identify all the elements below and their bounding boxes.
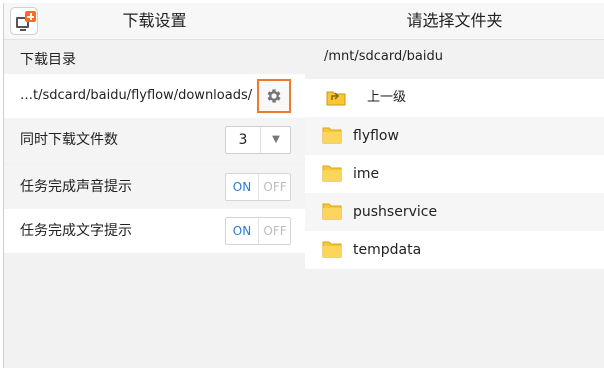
folder-name: ime xyxy=(353,166,380,182)
folder-name: flyflow xyxy=(353,128,399,144)
folder-name: pushservice xyxy=(353,204,438,220)
text-notify-toggle[interactable]: ON OFF xyxy=(225,217,291,245)
chevron-down-icon[interactable]: ▼ xyxy=(260,127,291,153)
concurrent-downloads-select[interactable]: 3 ▼ xyxy=(225,126,291,154)
folder-icon xyxy=(322,165,342,182)
app-window: 下载设置 下载目录 …t/sdcard/baidu/flyflow/downlo… xyxy=(0,0,604,368)
settings-header: 下载设置 xyxy=(4,3,305,40)
folder-name: tempdata xyxy=(353,242,422,258)
gear-icon xyxy=(267,89,281,103)
folder-icon xyxy=(322,203,342,220)
download-dir-label: 下载目录 xyxy=(20,52,76,68)
concurrent-downloads-row: 同时下载文件数 3 ▼ xyxy=(4,118,305,162)
download-path-row: …t/sdcard/baidu/flyflow/downloads/ xyxy=(4,74,305,118)
sound-notify-row: 任务完成声音提示 ON OFF xyxy=(4,165,305,209)
toggle-off-label[interactable]: OFF xyxy=(258,174,291,200)
download-path-text: …t/sdcard/baidu/flyflow/downloads/ xyxy=(20,88,253,103)
folder-row[interactable]: tempdata xyxy=(305,231,604,269)
folder-row[interactable]: ime xyxy=(305,155,604,193)
concurrent-downloads-value: 3 xyxy=(238,132,248,148)
change-dir-button[interactable] xyxy=(257,79,291,113)
toggle-on-label[interactable]: ON xyxy=(226,174,258,200)
folder-row[interactable]: flyflow xyxy=(305,117,604,155)
text-notify-row: 任务完成文字提示 ON OFF xyxy=(4,209,305,253)
concurrent-downloads-label: 同时下载文件数 xyxy=(20,132,118,148)
text-notify-label: 任务完成文字提示 xyxy=(20,223,132,239)
folder-row[interactable]: pushservice xyxy=(305,193,604,231)
settings-title: 下载设置 xyxy=(122,11,187,30)
folder-up-row[interactable]: 上一级 xyxy=(305,79,604,117)
download-settings-panel: 下载设置 下载目录 …t/sdcard/baidu/flyflow/downlo… xyxy=(3,3,305,368)
sound-notify-toggle[interactable]: ON OFF xyxy=(225,173,291,201)
folder-icon xyxy=(322,241,342,258)
toggle-on-label[interactable]: ON xyxy=(226,218,258,244)
folder-icon xyxy=(322,127,342,144)
folder-chooser-title: 请选择文件夹 xyxy=(305,3,604,40)
sound-notify-label: 任务完成声音提示 xyxy=(20,179,132,195)
folder-up-label: 上一级 xyxy=(367,90,407,105)
toggle-off-label[interactable]: OFF xyxy=(258,218,291,244)
folder-up-icon xyxy=(326,91,346,106)
current-path: /mnt/sdcard/baidu xyxy=(324,49,443,64)
folder-chooser-panel: 请选择文件夹 /mnt/sdcard/baidu 上一级 flyflow ime xyxy=(305,3,604,368)
